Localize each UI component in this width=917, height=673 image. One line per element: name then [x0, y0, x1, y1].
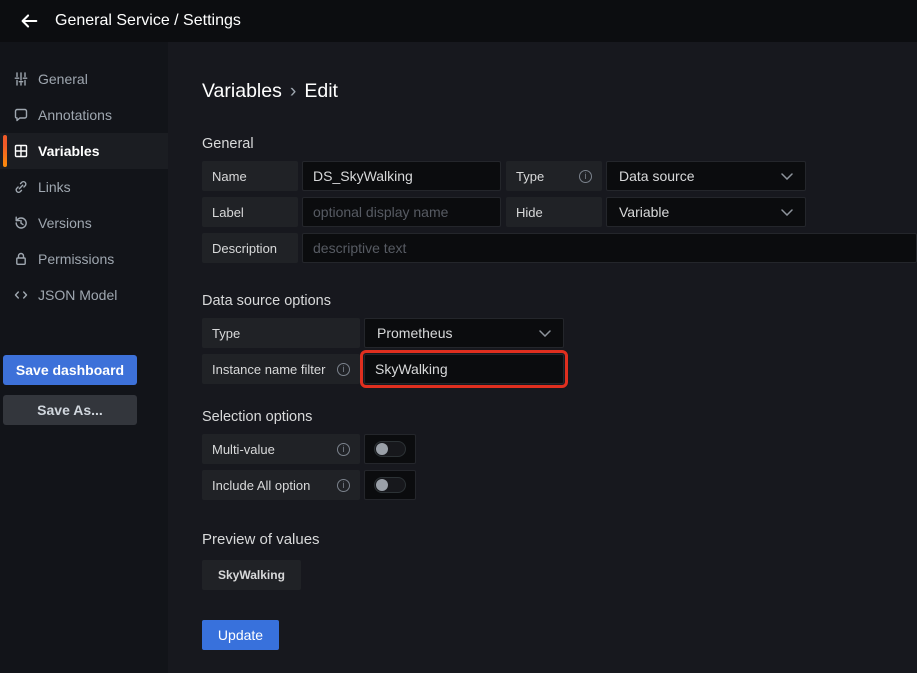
chevron-down-icon	[539, 330, 551, 337]
settings-content: Variables › Edit General Name Type i Data …	[168, 42, 917, 673]
sidebar-item-variables[interactable]: Variables	[0, 133, 168, 169]
sidebar-item-label: General	[38, 71, 88, 87]
breadcrumb-page: Edit	[304, 80, 338, 102]
history-icon	[13, 215, 29, 231]
back-button[interactable]	[10, 2, 48, 40]
grid-icon	[13, 143, 29, 159]
name-type-row: Name Type i Data source	[202, 161, 917, 191]
description-input[interactable]	[302, 233, 917, 263]
include-all-toggle[interactable]	[364, 470, 416, 500]
sidebar-item-label: Links	[38, 179, 71, 195]
sidebar-item-label: Permissions	[38, 251, 114, 267]
general-section-title: General	[202, 136, 917, 152]
info-icon[interactable]: i	[579, 170, 592, 183]
sidebar-item-label: Annotations	[38, 107, 112, 123]
update-button[interactable]: Update	[202, 620, 279, 650]
name-label: Name	[202, 161, 298, 191]
description-label: Description	[202, 233, 298, 263]
annotation-highlight-box	[364, 354, 564, 384]
toggle-track	[374, 477, 406, 493]
datasource-type-row: Type Prometheus	[202, 318, 917, 348]
toggle-track	[374, 441, 406, 457]
label-hide-row: Label Hide Variable	[202, 197, 917, 227]
datasource-type-label: Type	[202, 318, 360, 348]
breadcrumb-separator: ›	[290, 80, 297, 102]
sidebar-item-label: JSON Model	[38, 287, 117, 303]
preview-section-title: Preview of values	[202, 531, 917, 548]
label-input[interactable]	[302, 197, 501, 227]
multi-value-toggle[interactable]	[364, 434, 416, 464]
datasource-type-select[interactable]: Prometheus	[364, 318, 564, 348]
sidebar-item-versions[interactable]: Versions	[0, 205, 168, 241]
grafana-settings-page: General Service / Settings General Annot…	[0, 0, 917, 673]
preview-value-chip: SkyWalking	[202, 560, 301, 590]
info-icon[interactable]: i	[337, 479, 350, 492]
breadcrumb-section: Variables	[202, 80, 282, 102]
type-label: Type i	[506, 161, 602, 191]
hide-label: Hide	[506, 197, 602, 227]
toggle-knob	[376, 479, 388, 491]
hide-select-value: Variable	[619, 204, 669, 220]
breadcrumb: Variables › Edit	[202, 80, 917, 103]
instance-filter-input[interactable]	[364, 354, 564, 384]
include-all-label: Include All option i	[202, 470, 360, 500]
datasource-type-value: Prometheus	[377, 325, 452, 341]
info-icon[interactable]: i	[337, 443, 350, 456]
type-select[interactable]: Data source	[606, 161, 806, 191]
arrow-left-icon	[18, 10, 40, 32]
link-icon	[13, 179, 29, 195]
name-input[interactable]	[302, 161, 501, 191]
multi-value-row: Multi-value i	[202, 434, 917, 464]
description-row: Description	[202, 233, 917, 263]
hide-select[interactable]: Variable	[606, 197, 806, 227]
save-as-button[interactable]: Save As...	[3, 395, 137, 425]
sidebar-item-permissions[interactable]: Permissions	[0, 241, 168, 277]
sidebar-item-label: Versions	[38, 215, 92, 231]
multi-value-label: Multi-value i	[202, 434, 360, 464]
chevron-down-icon	[781, 173, 793, 180]
page-title: General Service / Settings	[55, 12, 241, 30]
include-all-row: Include All option i	[202, 470, 917, 500]
type-select-value: Data source	[619, 168, 694, 184]
page-header: General Service / Settings	[0, 0, 917, 42]
selection-section-title: Selection options	[202, 409, 917, 425]
sidebar-item-annotations[interactable]: Annotations	[0, 97, 168, 133]
code-icon	[13, 287, 29, 303]
comment-icon	[13, 107, 29, 123]
instance-filter-row: Instance name filter i	[202, 354, 917, 384]
settings-nav: General Annotations Variables Links Vers	[0, 42, 168, 673]
sliders-icon	[13, 71, 29, 87]
label-label: Label	[202, 197, 298, 227]
toggle-knob	[376, 443, 388, 455]
sidebar-item-links[interactable]: Links	[0, 169, 168, 205]
lock-icon	[13, 251, 29, 267]
sidebar-item-json-model[interactable]: JSON Model	[0, 277, 168, 313]
datasource-section-title: Data source options	[202, 293, 917, 309]
sidebar-item-label: Variables	[38, 143, 100, 159]
save-dashboard-button[interactable]: Save dashboard	[3, 355, 137, 385]
instance-filter-label: Instance name filter i	[202, 354, 360, 384]
sidebar-item-general[interactable]: General	[0, 61, 168, 97]
info-icon[interactable]: i	[337, 363, 350, 376]
chevron-down-icon	[781, 209, 793, 216]
